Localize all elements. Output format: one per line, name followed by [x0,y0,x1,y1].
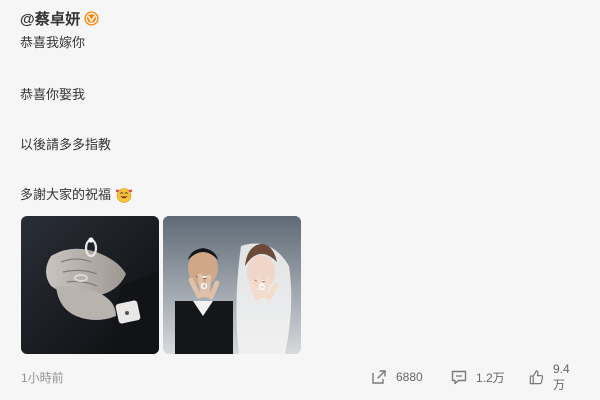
photo-thumbnail-couple[interactable] [163,216,301,354]
smiling-face-with-hearts-icon [115,187,133,203]
username-link[interactable]: @蔡卓妍 [20,8,80,29]
thumbs-up-icon [529,370,544,385]
like-count: 9.4万 [552,361,570,392]
post-text-line-3: 以後請多多指教 [20,137,112,152]
post-timestamp[interactable]: 1小時前 [21,369,64,386]
comment-icon [451,370,467,385]
like-button[interactable]: 9.4万 [528,362,580,392]
repost-icon [372,370,386,384]
post-text-line-4: 多謝大家的祝福 [20,186,133,204]
verified-badge-icon [84,10,99,26]
comment-button[interactable]: 1.2万 [450,366,505,388]
comment-count: 1.2万 [476,370,505,385]
photo-thumbnail-rings[interactable] [21,216,159,354]
post-text-line-2: 恭喜你娶我 [20,87,86,102]
repost-button[interactable]: 6880 [370,366,423,388]
weibo-post: @蔡卓妍 恭喜我嫁你 恭喜你娶我 以後請多多指教 多謝大家的祝福 1小時前 68… [20,0,580,400]
repost-count: 6880 [396,370,423,384]
post-text-line-1: 恭喜我嫁你 [20,35,86,50]
post-header: @蔡卓妍 [20,6,99,30]
post-text-line-4-text: 多謝大家的祝福 [20,187,112,202]
